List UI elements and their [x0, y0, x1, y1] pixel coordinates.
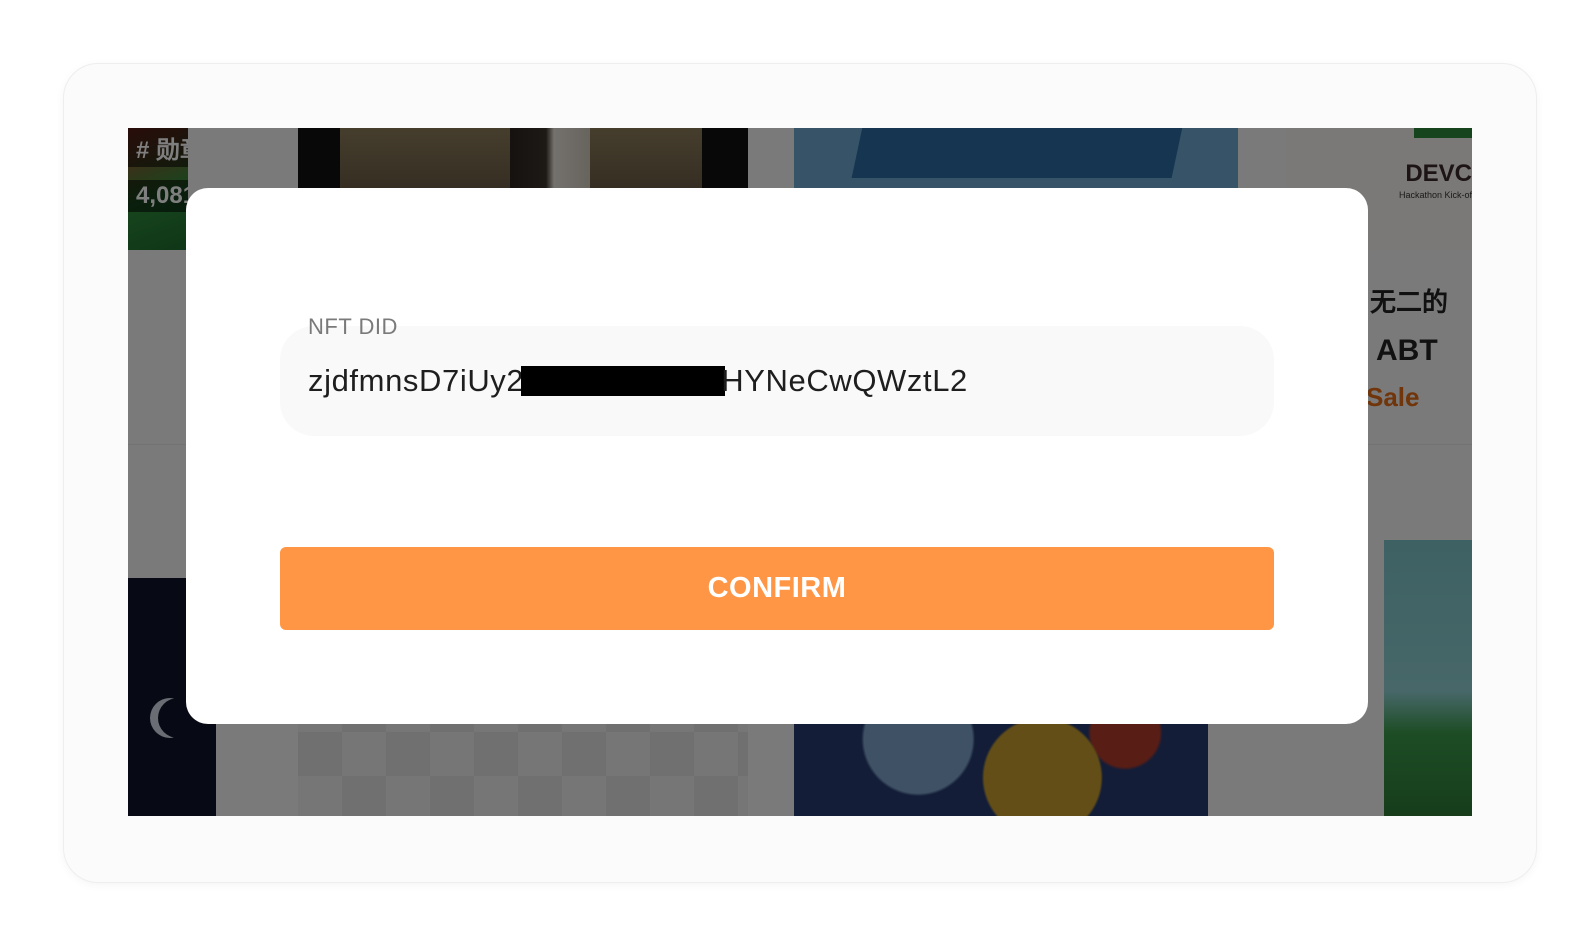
nft-did-field[interactable]: zjdfmnsD7iUy2 HYNeCwQWztL2: [280, 326, 1274, 436]
nft-did-value-start: zjdfmnsD7iUy2: [308, 363, 525, 398]
nft-did-dialog: zjdfmnsD7iUy2 HYNeCwQWztL2 NFT DID CONFIR…: [186, 188, 1368, 724]
nft-did-value[interactable]: zjdfmnsD7iUy2 HYNeCwQWztL2: [308, 363, 968, 399]
redaction-bar: [521, 366, 726, 396]
confirm-button[interactable]: CONFIRM: [280, 547, 1274, 630]
nft-did-label: NFT DID: [308, 314, 398, 339]
nft-did-value-end: HYNeCwQWztL2: [721, 363, 968, 398]
